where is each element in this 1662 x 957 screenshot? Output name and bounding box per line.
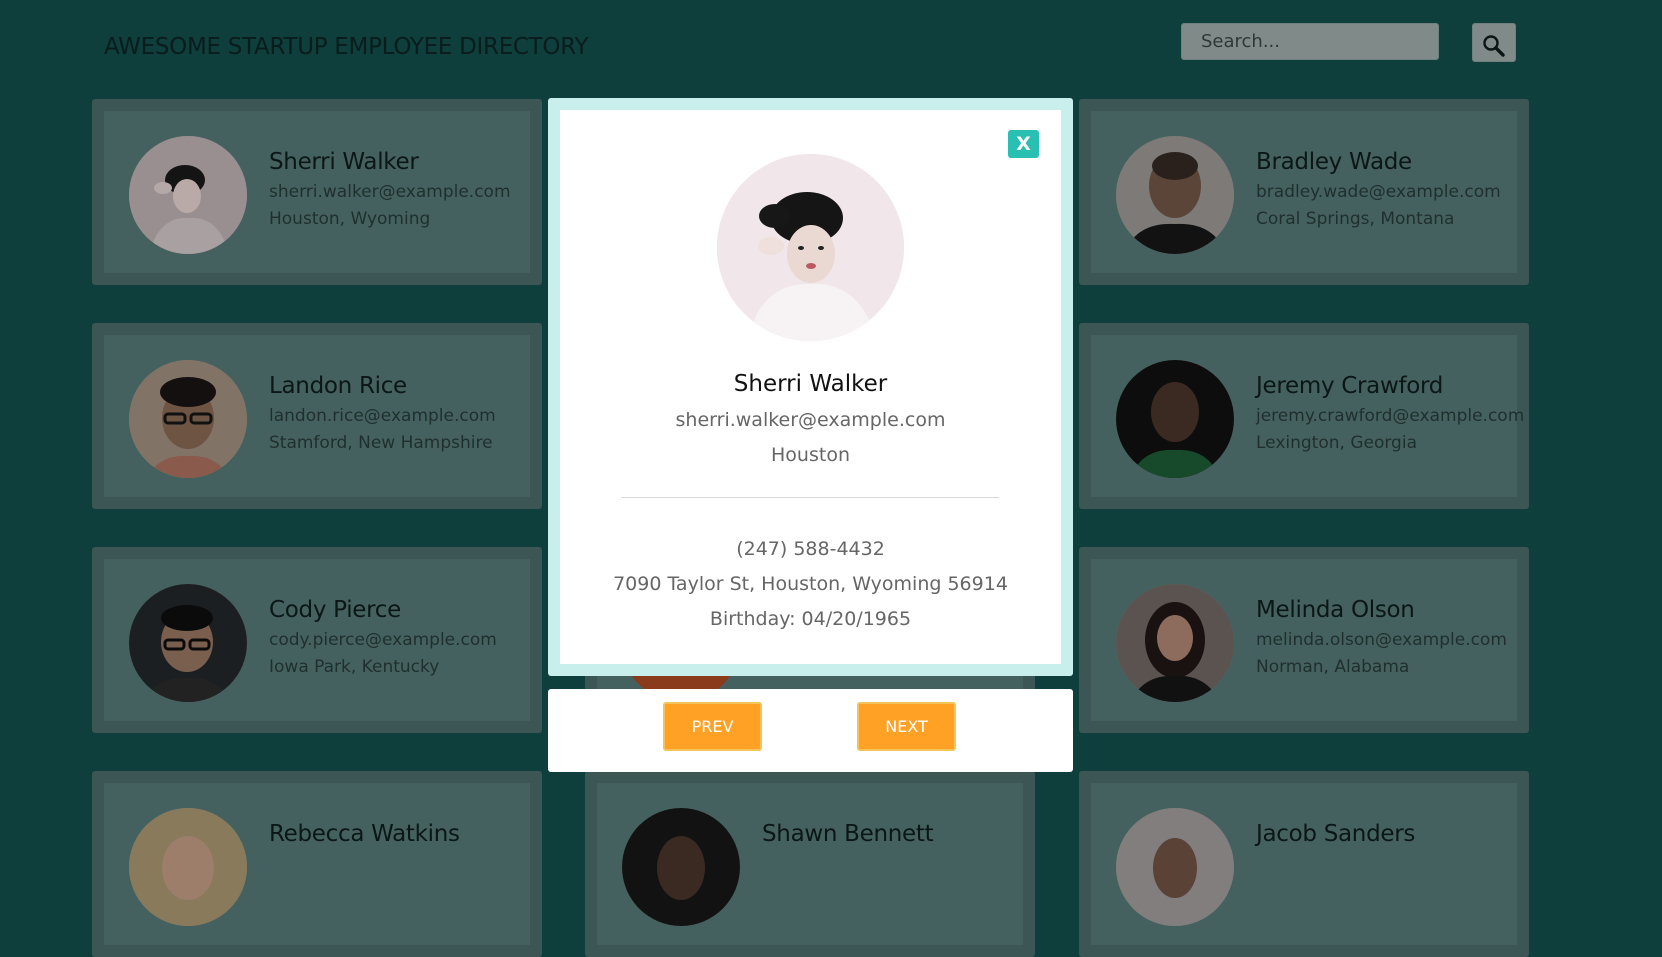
employee-name: Landon Rice — [269, 373, 407, 399]
search-button[interactable] — [1472, 23, 1516, 62]
modal-employee-address: 7090 Taylor St, Houston, Wyoming 56914 — [613, 573, 1008, 595]
employee-location: Coral Springs, Montana — [1256, 209, 1455, 229]
employee-location: Stamford, New Hampshire — [269, 433, 493, 453]
modal-employee-phone: (247) 588-4432 — [736, 538, 885, 560]
employee-location: Houston, Wyoming — [269, 209, 431, 229]
employee-modal: X Sherri Walker sherri.walker@example.co… — [548, 98, 1073, 676]
modal-content: X Sherri Walker sherri.walker@example.co… — [560, 110, 1061, 664]
employee-email: bradley.wade@example.com — [1256, 182, 1501, 202]
employee-info: Shawn Bennett — [762, 821, 934, 847]
magnifier-icon — [1483, 34, 1505, 57]
employee-card[interactable]: Landon Rice landon.rice@example.com Stam… — [92, 323, 542, 509]
avatar — [1116, 136, 1234, 254]
employee-email: landon.rice@example.com — [269, 406, 496, 426]
employee-name: Melinda Olson — [1256, 597, 1415, 623]
employee-name: Shawn Bennett — [762, 821, 934, 847]
modal-navigation: PREV NEXT — [548, 689, 1073, 772]
modal-employee-email: sherri.walker@example.com — [675, 409, 946, 431]
prev-button[interactable]: PREV — [663, 702, 762, 751]
search-input[interactable] — [1181, 23, 1439, 60]
avatar — [129, 808, 247, 926]
employee-info: Sherri Walker sherri.walker@example.com … — [269, 149, 511, 229]
employee-name: Jeremy Crawford — [1256, 373, 1444, 399]
next-button[interactable]: NEXT — [857, 702, 956, 751]
avatar — [129, 584, 247, 702]
employee-info: Jacob Sanders — [1256, 821, 1415, 847]
page-header: AWESOME STARTUP EMPLOYEE DIRECTORY — [0, 0, 1662, 90]
employee-card[interactable]: Bradley Wade bradley.wade@example.com Co… — [1079, 99, 1529, 285]
modal-employee-city: Houston — [771, 444, 850, 466]
modal-employee-birthday: Birthday: 04/20/1965 — [709, 608, 912, 630]
employee-name: Cody Pierce — [269, 597, 402, 623]
avatar — [129, 360, 247, 478]
employee-card[interactable]: Sherri Walker sherri.walker@example.com … — [92, 99, 542, 285]
employee-location: Iowa Park, Kentucky — [269, 657, 440, 677]
employee-email: cody.pierce@example.com — [269, 630, 497, 650]
employee-card[interactable]: Jeremy Crawford jeremy.crawford@example.… — [1079, 323, 1529, 509]
close-button[interactable]: X — [1008, 130, 1039, 158]
employee-info: Landon Rice landon.rice@example.com Stam… — [269, 373, 496, 453]
employee-card[interactable]: Melinda Olson melinda.olson@example.com … — [1079, 547, 1529, 733]
employee-info: Cody Pierce cody.pierce@example.com Iowa… — [269, 597, 497, 677]
employee-name: Rebecca Watkins — [269, 821, 460, 847]
employee-info: Melinda Olson melinda.olson@example.com … — [1256, 597, 1507, 677]
employee-location: Norman, Alabama — [1256, 657, 1410, 677]
employee-card[interactable]: Rebecca Watkins — [92, 771, 542, 957]
employee-card[interactable]: Jacob Sanders — [1079, 771, 1529, 957]
employee-email: melinda.olson@example.com — [1256, 630, 1507, 650]
employee-location: Lexington, Georgia — [1256, 433, 1417, 453]
employee-name: Jacob Sanders — [1256, 821, 1416, 847]
avatar — [129, 136, 247, 254]
employee-name: Bradley Wade — [1256, 149, 1412, 175]
employee-email: jeremy.crawford@example.com — [1256, 406, 1525, 426]
avatar — [1116, 808, 1234, 926]
employee-info: Bradley Wade bradley.wade@example.com Co… — [1256, 149, 1501, 229]
employee-card[interactable]: Shawn Bennett — [585, 771, 1035, 957]
employee-email: sherri.walker@example.com — [269, 182, 511, 202]
modal-divider — [621, 497, 999, 498]
modal-employee-name: Sherri Walker — [733, 371, 888, 397]
avatar — [622, 808, 740, 926]
employee-info: Rebecca Watkins — [269, 821, 460, 847]
avatar — [1116, 584, 1234, 702]
modal-avatar — [717, 154, 904, 341]
employee-name: Sherri Walker — [269, 149, 419, 175]
employee-info: Jeremy Crawford jeremy.crawford@example.… — [1256, 373, 1524, 453]
avatar — [1116, 360, 1234, 478]
employee-card[interactable]: Cody Pierce cody.pierce@example.com Iowa… — [92, 547, 542, 733]
page-title: AWESOME STARTUP EMPLOYEE DIRECTORY — [104, 34, 589, 60]
